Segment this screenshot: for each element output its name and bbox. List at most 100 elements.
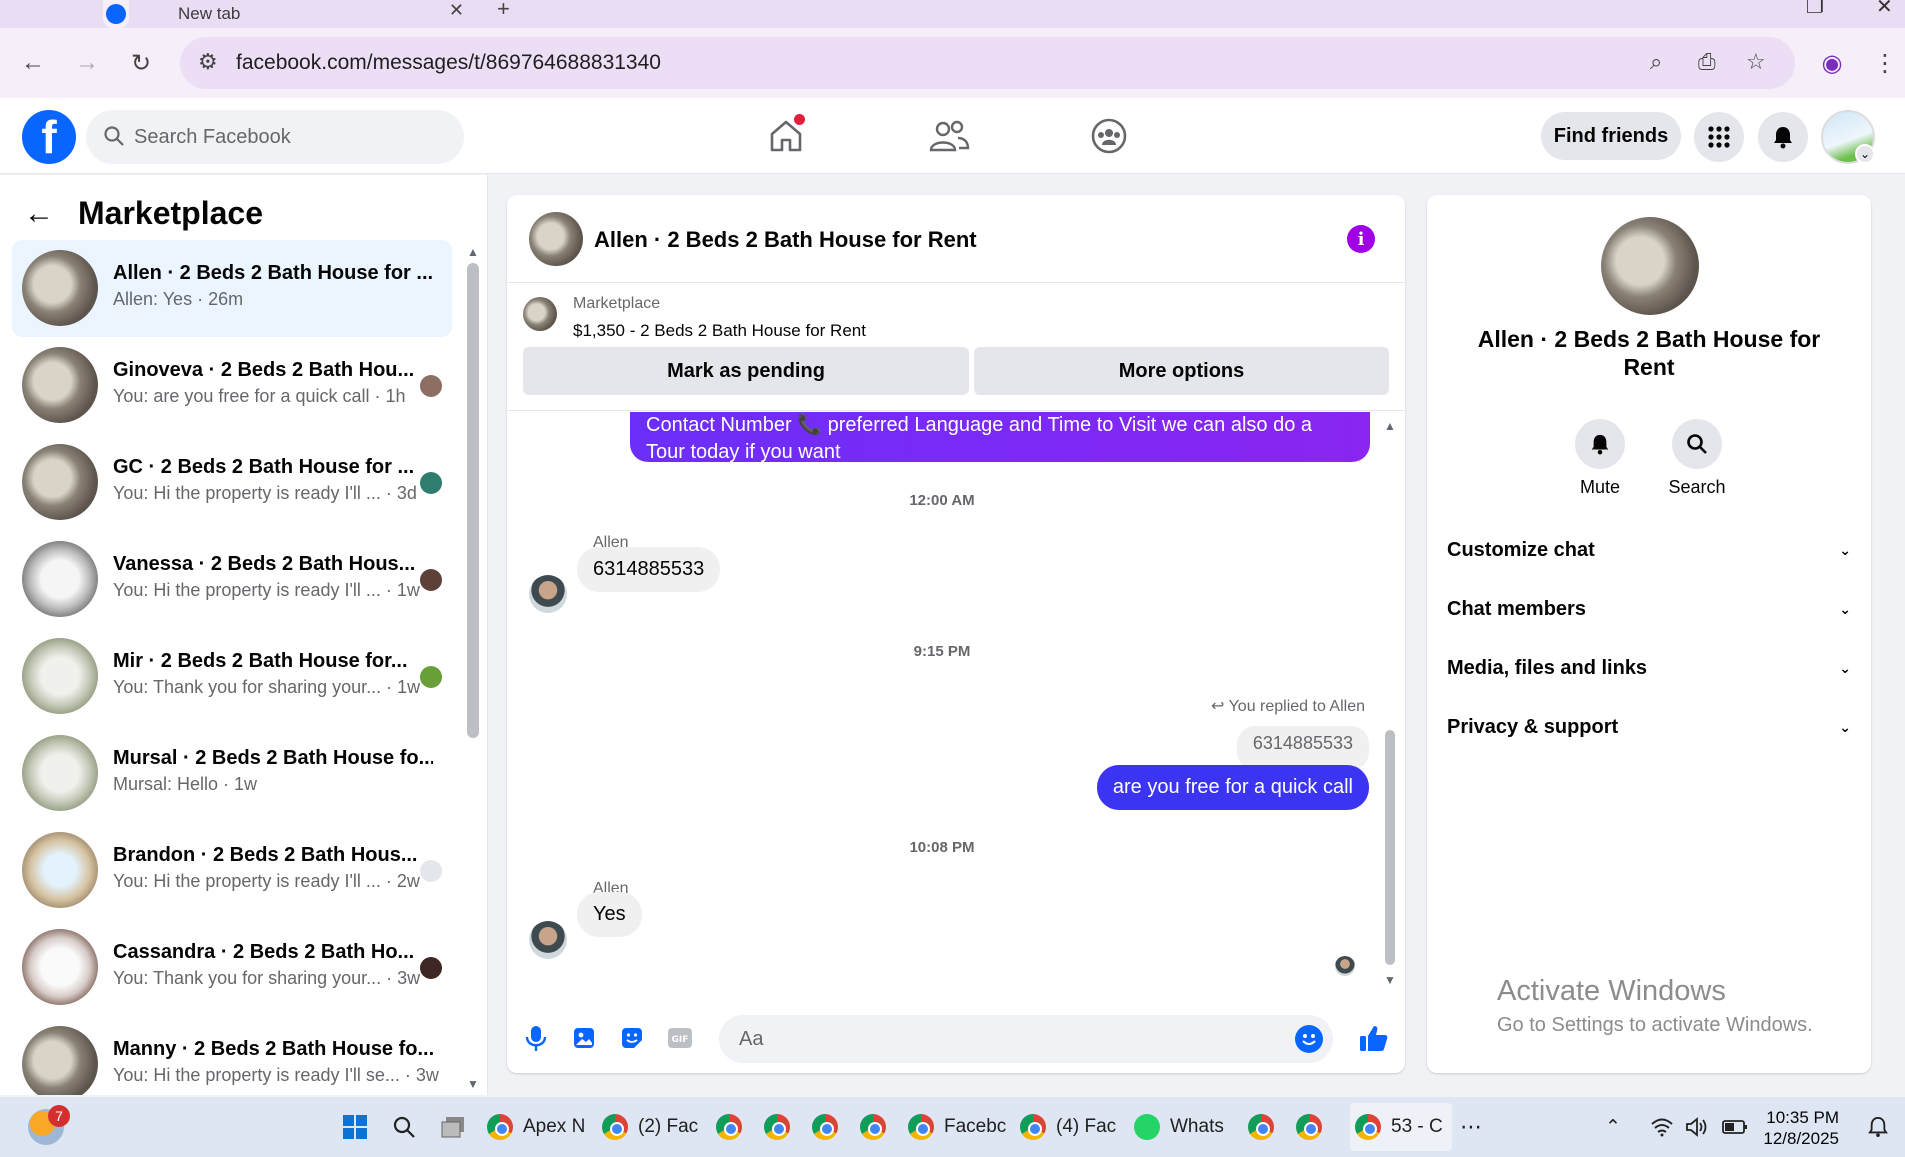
scroll-down-arrow-icon[interactable]: ▼ [1384,973,1396,987]
customize-chat-section[interactable]: Customize chat ⌄ [1447,530,1851,570]
photo-icon[interactable] [569,1023,599,1053]
sidebar-scrollbar[interactable] [467,263,479,738]
conversation-item[interactable]: GC · 2 Beds 2 Bath House for ... You: Hi… [12,434,452,531]
emoji-icon[interactable] [1295,1025,1323,1053]
taskbar-whatsapp-window[interactable]: Whats [1134,1109,1224,1145]
install-app-icon[interactable]: ⎙ [1698,49,1716,75]
scroll-up-arrow-icon[interactable]: ▲ [467,245,479,259]
address-bar[interactable]: ⚙ facebook.com/messages/t/86976468883134… [180,37,1795,89]
mute-button[interactable]: Mute [1560,419,1640,498]
conversation-item[interactable]: Manny · 2 Beds 2 Bath House fo... You: H… [12,1016,452,1095]
battery-icon[interactable] [1722,1109,1748,1145]
mute-label: Mute [1579,477,1621,497]
taskbar-chrome-window[interactable]: (2) Fac [602,1109,698,1145]
gif-icon[interactable]: GIF [665,1023,695,1053]
taskbar-chrome-window[interactable]: Apex N [487,1109,585,1145]
taskbar-chrome-window-active[interactable]: 53 - C [1355,1109,1443,1145]
more-options-button[interactable]: More options [974,347,1389,395]
conversation-item[interactable]: Brandon · 2 Beds 2 Bath Hous... You: Hi … [12,822,452,919]
sender-avatar[interactable] [529,921,567,959]
chrome-icon [764,1114,790,1140]
sticker-icon[interactable] [617,1023,647,1053]
conversation-item[interactable]: Vanessa · 2 Beds 2 Bath Hous... You: Hi … [12,531,452,628]
taskbar-chrome-window[interactable] [716,1109,742,1145]
new-tab-icon[interactable]: + [497,0,510,22]
listing-thumbnail [22,929,98,1005]
scroll-down-arrow-icon[interactable]: ▼ [467,1077,479,1091]
chat-members-section[interactable]: Chat members ⌄ [1447,589,1851,629]
back-arrow-icon[interactable]: ← [24,197,54,231]
quoted-message[interactable]: 6314885533 [1236,726,1369,770]
microphone-icon[interactable] [521,1023,551,1053]
conversation-item[interactable]: Mir · 2 Beds 2 Bath House for... You: Th… [12,628,452,725]
wifi-icon[interactable] [1650,1109,1674,1145]
conversation-item[interactable]: Allen · 2 Beds 2 Bath House for ... Alle… [12,240,452,337]
restore-window-icon[interactable]: ❐ [1806,0,1824,19]
listing-thumbnail[interactable] [529,212,583,266]
sent-message-bubble[interactable]: are you free for a quick call [1096,765,1369,810]
participant-avatar [420,569,442,591]
scroll-up-arrow-icon[interactable]: ▲ [1384,419,1396,433]
taskbar-search-icon[interactable] [392,1109,416,1145]
privacy-support-section[interactable]: Privacy & support ⌄ [1447,707,1851,747]
search-input[interactable]: Search Facebook [86,110,464,164]
zoom-icon[interactable]: ⌕ [1650,49,1662,75]
conversation-title: Ginoveva · 2 Beds 2 Bath Hou... [113,359,415,381]
system-clock[interactable]: 10:35 PM 12/8/2025 [1763,1107,1839,1149]
tab-new-tab[interactable]: New tab ✕ [140,0,480,28]
taskbar-chrome-window[interactable] [812,1109,838,1145]
facebook-logo-icon[interactable]: f [22,110,76,164]
more-apps-icon[interactable]: ⋯ [1460,1109,1482,1145]
sender-avatar[interactable] [529,575,567,613]
account-avatar[interactable]: ⌄ [1821,110,1875,164]
taskbar-chrome-window[interactable] [764,1109,790,1145]
back-icon[interactable]: ← [16,46,50,80]
chat-header: Allen · 2 Beds 2 Bath House for Rent i [507,195,1405,283]
conversation-list: Allen · 2 Beds 2 Bath House for ... Alle… [12,240,452,1095]
tab-facebook[interactable] [103,0,129,28]
profile-icon[interactable]: ◉ [1815,46,1849,80]
windows-start-icon[interactable] [342,1109,368,1145]
find-friends-button[interactable]: Find friends [1541,112,1681,160]
received-message-bubble[interactable]: 6314885533 [577,547,721,592]
message-input[interactable]: Aa [719,1015,1333,1063]
conversation-item[interactable]: Cassandra · 2 Beds 2 Bath Ho... You: Tha… [12,919,452,1016]
taskbar-chrome-window[interactable]: (4) Fac [1020,1109,1116,1145]
sent-message-bubble[interactable]: Contact Number 📞 preferred Language and … [630,412,1370,463]
chrome-icon [1355,1114,1381,1140]
reload-icon[interactable]: ↻ [124,46,158,80]
forward-icon[interactable]: → [70,46,104,80]
site-info-icon[interactable]: ⚙ [198,49,218,75]
task-view-icon[interactable] [440,1109,466,1145]
taskbar-chrome-window[interactable] [1248,1109,1274,1145]
home-nav-icon[interactable] [761,114,811,158]
volume-icon[interactable] [1685,1109,1709,1145]
bookmark-star-icon[interactable]: ☆ [1746,49,1766,75]
menu-kebab-icon[interactable]: ⋮ [1868,46,1902,80]
taskbar-chrome-window[interactable] [860,1109,886,1145]
friends-nav-icon[interactable] [924,114,974,158]
menu-grid-icon[interactable] [1694,112,1744,162]
search-conversation-button[interactable]: Search [1657,419,1737,498]
info-icon[interactable]: i [1347,225,1375,253]
conversation-item[interactable]: Ginoveva · 2 Beds 2 Bath Hou... You: are… [12,337,452,434]
taskbar-chrome-window[interactable] [1296,1109,1322,1145]
close-tab-icon[interactable]: ✕ [449,0,464,21]
conversations-sidebar: ← Marketplace Allen · 2 Beds 2 Bath Hous… [0,175,488,1095]
notifications-bell-icon[interactable] [1758,112,1808,162]
conversation-item[interactable]: Mursal · 2 Beds 2 Bath House fo... Mursa… [12,725,452,822]
taskbar-chrome-window[interactable]: Facebc [908,1109,1006,1145]
mark-as-pending-button[interactable]: Mark as pending [523,347,969,395]
chat-title[interactable]: Allen · 2 Beds 2 Bath House for Rent [594,227,977,253]
received-message-bubble[interactable]: Yes [577,892,642,937]
groups-nav-icon[interactable] [1084,114,1134,158]
chat-panel: Allen · 2 Beds 2 Bath House for Rent i M… [507,195,1405,1073]
listing-title[interactable]: $1,350 - 2 Beds 2 Bath House for Rent [573,321,866,341]
listing-thumbnail [22,347,98,423]
tray-chevron-icon[interactable]: ⌃ [1605,1109,1621,1145]
notification-center-icon[interactable] [1868,1109,1888,1145]
like-thumb-icon[interactable] [1359,1023,1389,1053]
media-files-links-section[interactable]: Media, files and links ⌄ [1447,648,1851,688]
close-window-icon[interactable]: ✕ [1876,0,1893,19]
chat-scrollbar[interactable] [1385,730,1395,965]
